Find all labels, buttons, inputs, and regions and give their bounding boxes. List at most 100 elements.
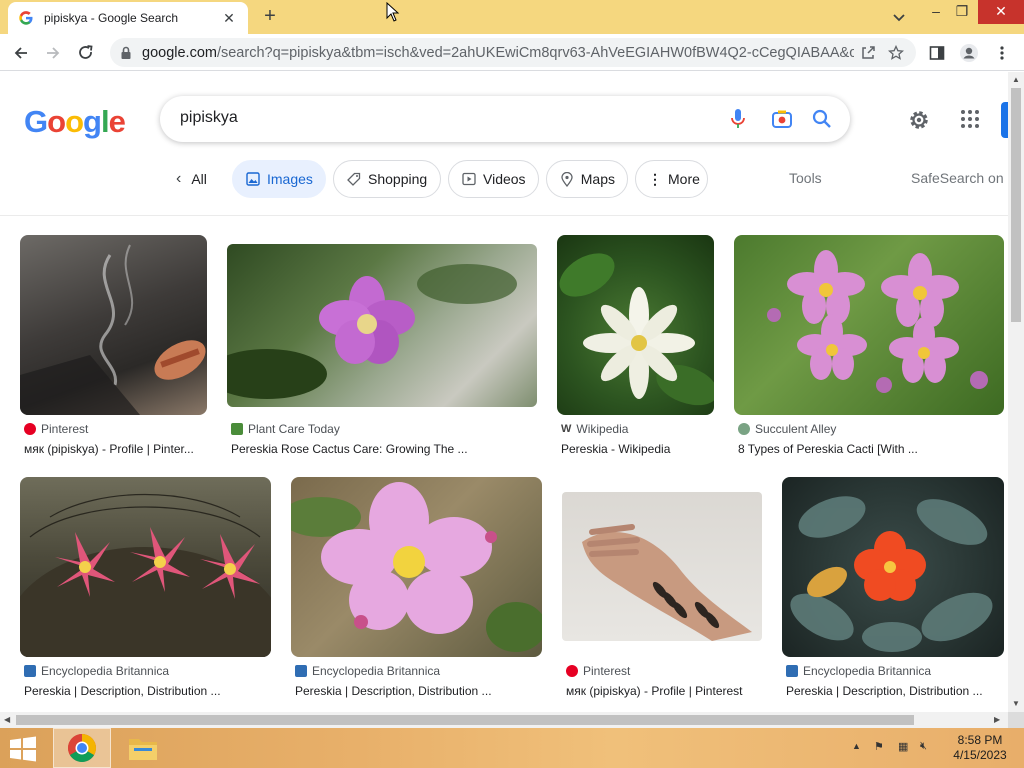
search-type-chips: ‹ All Images Shopping Videos Maps ⋮ More… xyxy=(0,160,1008,198)
scroll-up-icon[interactable]: ▲ xyxy=(1012,75,1020,84)
chrome-icon xyxy=(68,734,96,762)
chip-images[interactable]: Images xyxy=(232,160,326,198)
tag-icon xyxy=(346,171,362,187)
restore-icon[interactable]: ❐ xyxy=(946,0,978,24)
tab-close-icon[interactable]: ✕ xyxy=(220,10,238,27)
url-host: google.com xyxy=(142,44,217,61)
safesearch-button[interactable]: SafeSearch on xyxy=(911,170,1004,186)
vertical-scroll-thumb[interactable] xyxy=(1011,88,1021,322)
tray-expand-icon[interactable]: ▲ xyxy=(852,741,861,751)
google-logo[interactable]: Google xyxy=(24,104,126,140)
tab-title: pipiskya - Google Search xyxy=(44,11,179,25)
screen: pipiskya - Google Search ✕ + – ❐ ✕ googl… xyxy=(0,0,1024,768)
microphone-icon[interactable] xyxy=(726,107,750,131)
search-input[interactable]: pipiskya xyxy=(180,109,238,127)
chip-shopping[interactable]: Shopping xyxy=(333,160,441,198)
result-source-name: Encyclopedia Britannica xyxy=(312,664,441,678)
side-panel-icon[interactable] xyxy=(924,40,950,66)
search-box[interactable]: pipiskya xyxy=(160,96,850,142)
horizontal-scroll-thumb[interactable] xyxy=(16,715,914,725)
star-icon[interactable] xyxy=(882,39,910,67)
result-title[interactable]: Pereskia Rose Cactus Care: Growing The .… xyxy=(231,442,537,456)
result-source: Encyclopedia Britannica xyxy=(786,664,931,678)
volume-muted-icon[interactable]: 🔇︎ xyxy=(920,740,927,753)
result-source-name: Wikipedia xyxy=(576,422,629,436)
result-thumbnail-white-flower[interactable] xyxy=(557,235,714,415)
result-thumbnail-wild-rose[interactable] xyxy=(291,477,542,657)
succulent-icon xyxy=(738,423,750,435)
scroll-down-icon[interactable]: ▼ xyxy=(1012,699,1020,708)
sign-in-button[interactable] xyxy=(1001,102,1008,138)
result-title[interactable]: Pereskia | Description, Distribution ... xyxy=(295,684,542,698)
result-source: W Wikipedia xyxy=(561,422,628,436)
taskbar-clock[interactable]: 8:58 PM 4/15/2023 xyxy=(948,733,1012,763)
taskbar-chrome[interactable] xyxy=(53,728,111,768)
lens-camera-icon[interactable] xyxy=(770,107,794,131)
chip-more-label: More xyxy=(668,171,700,187)
leaf-icon xyxy=(231,423,243,435)
result-source-name: Succulent Alley xyxy=(755,422,837,436)
result-thumbnail-pink-flower[interactable] xyxy=(227,244,537,407)
result-thumbnail-pink-flowers[interactable] xyxy=(734,235,1004,415)
windows-start-icon[interactable] xyxy=(8,736,38,762)
result-source: Pinterest xyxy=(566,664,630,678)
chip-videos[interactable]: Videos xyxy=(448,160,539,198)
result-title[interactable]: 8 Types of Pereskia Cacti [With ... xyxy=(738,442,1004,456)
search-icon[interactable] xyxy=(810,107,834,131)
browser-toolbar: google.com/search?q=pipiskya&tbm=isch&ve… xyxy=(0,34,1024,71)
result-title[interactable]: Pereskia - Wikipedia xyxy=(561,442,714,456)
chevron-left-icon: ‹ xyxy=(176,170,182,187)
result-title[interactable]: мяк (pipiskya) - Profile | Pinterest xyxy=(566,684,762,698)
reload-icon xyxy=(79,45,93,59)
result-thumbnail-hand-tattoo[interactable] xyxy=(562,492,762,641)
browser-menu-icon[interactable] xyxy=(989,40,1015,66)
britannica-icon xyxy=(295,665,307,677)
clock-time: 8:58 PM xyxy=(957,733,1003,747)
result-title[interactable]: Pereskia | Description, Distribution ... xyxy=(24,684,271,698)
result-title[interactable]: мяк (pipiskya) - Profile | Pinter... xyxy=(24,442,207,456)
chip-maps-label: Maps xyxy=(580,171,615,187)
clock-date: 4/15/2023 xyxy=(953,748,1007,762)
profile-avatar-icon[interactable] xyxy=(956,40,982,66)
browser-tab[interactable]: pipiskya - Google Search ✕ xyxy=(8,2,248,34)
scrollbar-corner xyxy=(1008,712,1024,728)
result-thumbnail-smoke[interactable] xyxy=(20,235,207,415)
scroll-left-icon[interactable]: ◀ xyxy=(4,715,10,724)
back-button[interactable] xyxy=(8,40,34,66)
result-title[interactable]: Pereskia | Description, Distribution ... xyxy=(786,684,1004,698)
vertical-scrollbar[interactable]: ▲ ▼ xyxy=(1008,72,1024,712)
settings-gear-icon[interactable] xyxy=(906,107,932,133)
britannica-icon xyxy=(24,665,36,677)
taskbar-file-explorer[interactable] xyxy=(114,728,172,768)
image-icon xyxy=(245,171,261,187)
chip-maps[interactable]: Maps xyxy=(546,160,628,198)
horizontal-scrollbar[interactable]: ◀ ▶ xyxy=(0,712,1008,728)
wikipedia-icon: W xyxy=(561,423,572,435)
window-close-icon[interactable]: ✕ xyxy=(978,0,1024,24)
reload-button[interactable] xyxy=(73,40,99,66)
result-source-name: Encyclopedia Britannica xyxy=(803,664,932,678)
result-thumbnail-red-flower[interactable] xyxy=(782,477,1004,657)
scroll-right-icon[interactable]: ▶ xyxy=(994,715,1000,724)
lock-icon[interactable] xyxy=(120,46,132,60)
result-source: Encyclopedia Britannica xyxy=(24,664,169,678)
result-source: Succulent Alley xyxy=(738,422,836,436)
pinterest-icon xyxy=(24,423,36,435)
chip-more[interactable]: ⋮ More xyxy=(635,160,708,198)
tools-button[interactable]: Tools xyxy=(789,170,822,186)
google-apps-icon[interactable] xyxy=(958,107,982,131)
result-thumbnail-cactus[interactable] xyxy=(20,477,271,657)
google-header: Google pipiskya ‹ All Images Shopping Vi… xyxy=(0,72,1008,216)
chip-all[interactable]: ‹ All xyxy=(176,160,207,198)
arrow-left-icon xyxy=(14,47,27,59)
address-bar[interactable]: google.com/search?q=pipiskya&tbm=isch&ve… xyxy=(110,38,916,67)
network-icon[interactable]: ▦ xyxy=(898,740,908,753)
chevron-down-icon[interactable] xyxy=(888,6,910,28)
action-center-flag-icon[interactable]: ⚑ xyxy=(874,740,884,753)
more-dots-icon: ⋮ xyxy=(648,170,662,187)
folder-icon xyxy=(129,739,157,760)
forward-button[interactable] xyxy=(40,40,66,66)
new-tab-button[interactable]: + xyxy=(258,5,282,29)
url-path: /search?q=pipiskya&tbm=isch&ved=2ahUKEwi… xyxy=(216,44,854,61)
share-icon[interactable] xyxy=(854,39,882,67)
